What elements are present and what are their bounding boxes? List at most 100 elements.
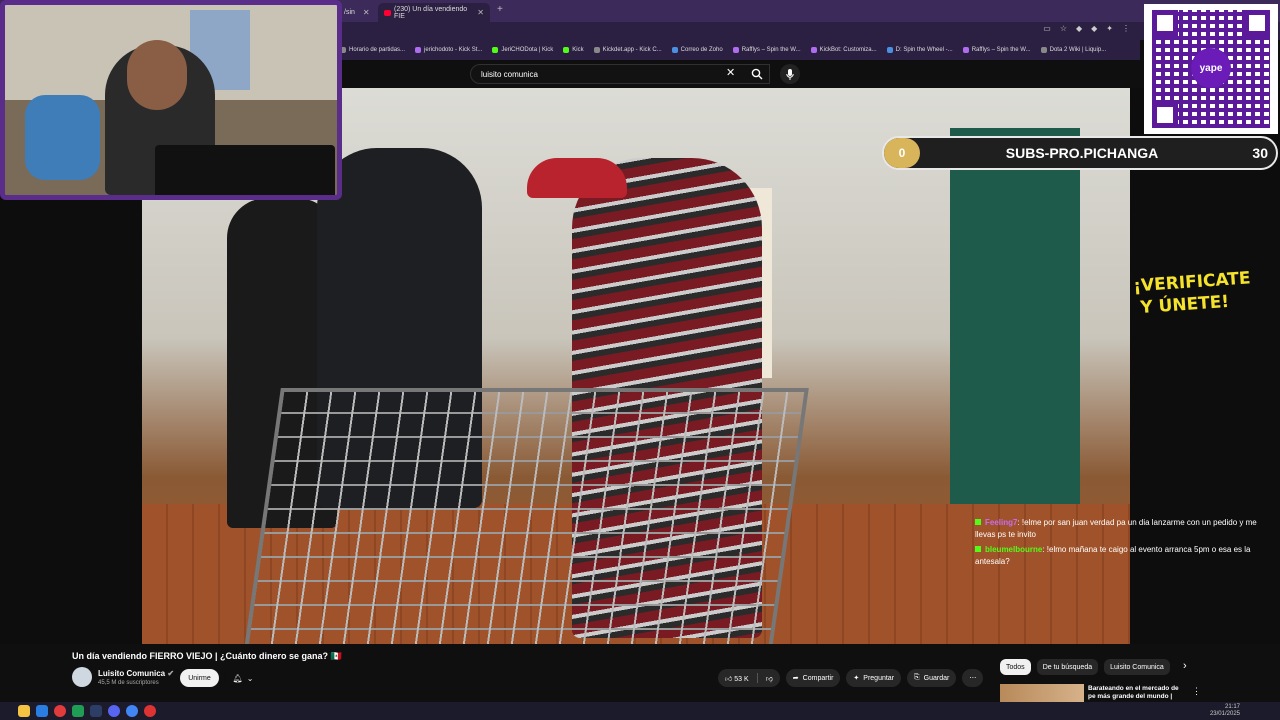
bookmark-label: Kick	[572, 47, 584, 53]
microphone-icon	[786, 68, 794, 80]
chip-all[interactable]: Todos	[1000, 659, 1031, 675]
more-icon[interactable]: ⋮	[1192, 686, 1201, 697]
search-input[interactable]: luisito comunica	[470, 64, 770, 84]
verify-promo: ¡VERIFICATE Y ÚNETE!	[1133, 268, 1252, 320]
new-tab-icon[interactable]: +	[497, 4, 503, 15]
qr-finder	[1152, 10, 1178, 36]
scene-wall	[950, 128, 1080, 508]
kick-icon	[975, 546, 981, 552]
bookmark-label: KickBot: Customiza...	[819, 47, 877, 53]
clear-search-icon[interactable]: ✕	[726, 66, 735, 79]
bookmark-label: Rafflys – Spin the W...	[971, 47, 1031, 53]
subscriber-count: 45,5 M de suscriptores	[98, 680, 159, 686]
obs-icon[interactable]	[144, 705, 156, 717]
share-button[interactable]: ➦ Compartir	[785, 669, 841, 687]
bookmark-icon	[810, 47, 817, 53]
channel-avatar[interactable]	[72, 667, 92, 687]
bookmark-icon: ⎘	[914, 674, 920, 681]
yape-logo-text: yape	[1199, 62, 1223, 74]
extension-icon[interactable]: ◆	[1076, 24, 1082, 33]
chat-overlay: Feeling7: !elme por san juan verdad pa u…	[975, 517, 1265, 571]
browser-tab[interactable]: /sin ✕	[338, 3, 378, 22]
bookmark[interactable]: jerichodoto - Kick St...	[415, 47, 482, 53]
bookmark-label: JeriCHODota | Kick	[501, 47, 554, 53]
bookmark[interactable]: KickBot: Customiza...	[810, 47, 877, 53]
bookmark[interactable]: Rafflys – Spin the W...	[732, 47, 801, 53]
ask-button[interactable]: ✦ Preguntar	[846, 669, 902, 687]
recommendation-title[interactable]: Barateando en el mercado de pe más grand…	[1088, 685, 1188, 701]
chat-message: bleumelbourne: !elmo mañana te caigo al …	[975, 544, 1265, 568]
search-button[interactable]	[744, 64, 770, 84]
chevron-down-icon: ⌄	[246, 673, 254, 683]
bookmark[interactable]: Dota 2 Wiki | Liquip...	[1040, 47, 1106, 53]
chat-username: bleumelbourne	[985, 545, 1043, 554]
close-icon[interactable]: ✕	[363, 8, 370, 17]
excel-icon[interactable]	[72, 705, 84, 717]
like-dislike-group: 👍︎ 53 K 👎︎	[718, 669, 780, 687]
bookmark-label: D: Spin the Wheel -...	[895, 47, 953, 53]
bookmark[interactable]: JeriCHODota | Kick	[492, 47, 553, 53]
recommendation-thumbnail[interactable]	[1000, 684, 1084, 704]
folder-icon[interactable]	[18, 705, 30, 717]
youtube-icon	[384, 9, 391, 16]
bookmark[interactable]: Rafflys – Spin the W...	[962, 47, 1031, 53]
chevron-right-icon[interactable]: ›	[1183, 660, 1187, 672]
more-actions-button[interactable]: ⋯	[962, 669, 984, 687]
bookmark[interactable]: Horario de partidas...	[340, 47, 405, 53]
like-button[interactable]: 👍︎ 53 K	[725, 674, 749, 683]
qr-code: yape	[1144, 4, 1278, 134]
bell-icon: 🔔︎	[232, 673, 243, 683]
bookmark[interactable]: Kick	[563, 47, 584, 53]
store-icon[interactable]	[36, 705, 48, 717]
join-button[interactable]: Unirme	[180, 669, 219, 687]
divider	[756, 673, 758, 683]
like-count: 53 K	[734, 675, 749, 683]
bookmarks-bar: Horario de partidas... jerichodoto - Kic…	[340, 40, 1140, 60]
os-taskbar	[0, 702, 1280, 720]
browser-extension-icons: ▭ ☆ ◆ ◆ ✦ ⋮	[1043, 24, 1130, 33]
webcam-streamer-head	[127, 40, 187, 110]
webcam-overlay	[0, 0, 342, 200]
steam-icon[interactable]	[90, 705, 102, 717]
clock-time: 21:17	[1224, 704, 1240, 710]
opera-icon[interactable]	[54, 705, 66, 717]
voice-search-button[interactable]	[780, 64, 800, 84]
chat-message: Feeling7: !elme por san juan verdad pa u…	[975, 517, 1265, 541]
discord-icon[interactable]	[108, 705, 120, 717]
cast-icon[interactable]: ▭	[1043, 24, 1051, 33]
share-label: Compartir	[802, 674, 834, 682]
system-clock[interactable]: 21:17 23/01/2025	[1210, 704, 1240, 718]
subs-goal-bar: 0 SUBS-PRO.PICHANGA 30	[882, 136, 1278, 170]
channel-name-text: Luisito Comunica	[98, 669, 166, 678]
bookmark[interactable]: D: Spin the Wheel -...	[886, 47, 953, 53]
close-icon[interactable]: ✕	[477, 8, 484, 17]
share-icon: ➦	[792, 675, 799, 682]
bookmark[interactable]: Kickdet.app - Kick C...	[593, 47, 662, 53]
bookmark-label: jerichodoto - Kick St...	[424, 47, 483, 53]
save-button[interactable]: ⎘ Guardar	[907, 669, 957, 687]
extension-icon[interactable]: ◆	[1091, 24, 1097, 33]
ask-label: Preguntar	[863, 674, 895, 682]
thumb-down-icon: 👎︎	[765, 675, 773, 683]
chip-channel[interactable]: Luisito Comunica	[1104, 659, 1170, 675]
webcam-monitor	[155, 145, 335, 195]
bookmark-label: Kickdet.app - Kick C...	[602, 47, 662, 53]
menu-icon[interactable]: ⋮	[1122, 24, 1130, 33]
qr-finder	[1152, 102, 1178, 128]
thumb-up-icon: 👍︎	[725, 675, 733, 683]
bookmark[interactable]: Correo de Zoho	[671, 47, 723, 53]
bookmark-icon	[671, 47, 678, 53]
chat-username: Feeling7	[985, 518, 1018, 527]
kick-icon	[975, 519, 981, 525]
more-icon: ⋯	[969, 675, 977, 682]
browser-tab-active[interactable]: (230) Un día vendiendo FIE ✕	[378, 3, 490, 22]
chip-from-search[interactable]: De tu búsqueda	[1036, 659, 1099, 675]
channel-name[interactable]: Luisito Comunica ✔	[98, 669, 174, 678]
puzzle-icon[interactable]: ✦	[1106, 24, 1113, 33]
notifications-button[interactable]: 🔔︎ ⌄	[225, 669, 261, 687]
recommendation-chips: Todos De tu búsqueda Luisito Comunica	[1000, 659, 1170, 675]
chrome-icon[interactable]	[126, 705, 138, 717]
sparkle-icon: ✦	[853, 675, 860, 682]
dislike-button[interactable]: 👎︎	[766, 674, 773, 683]
star-icon[interactable]: ☆	[1060, 24, 1067, 33]
